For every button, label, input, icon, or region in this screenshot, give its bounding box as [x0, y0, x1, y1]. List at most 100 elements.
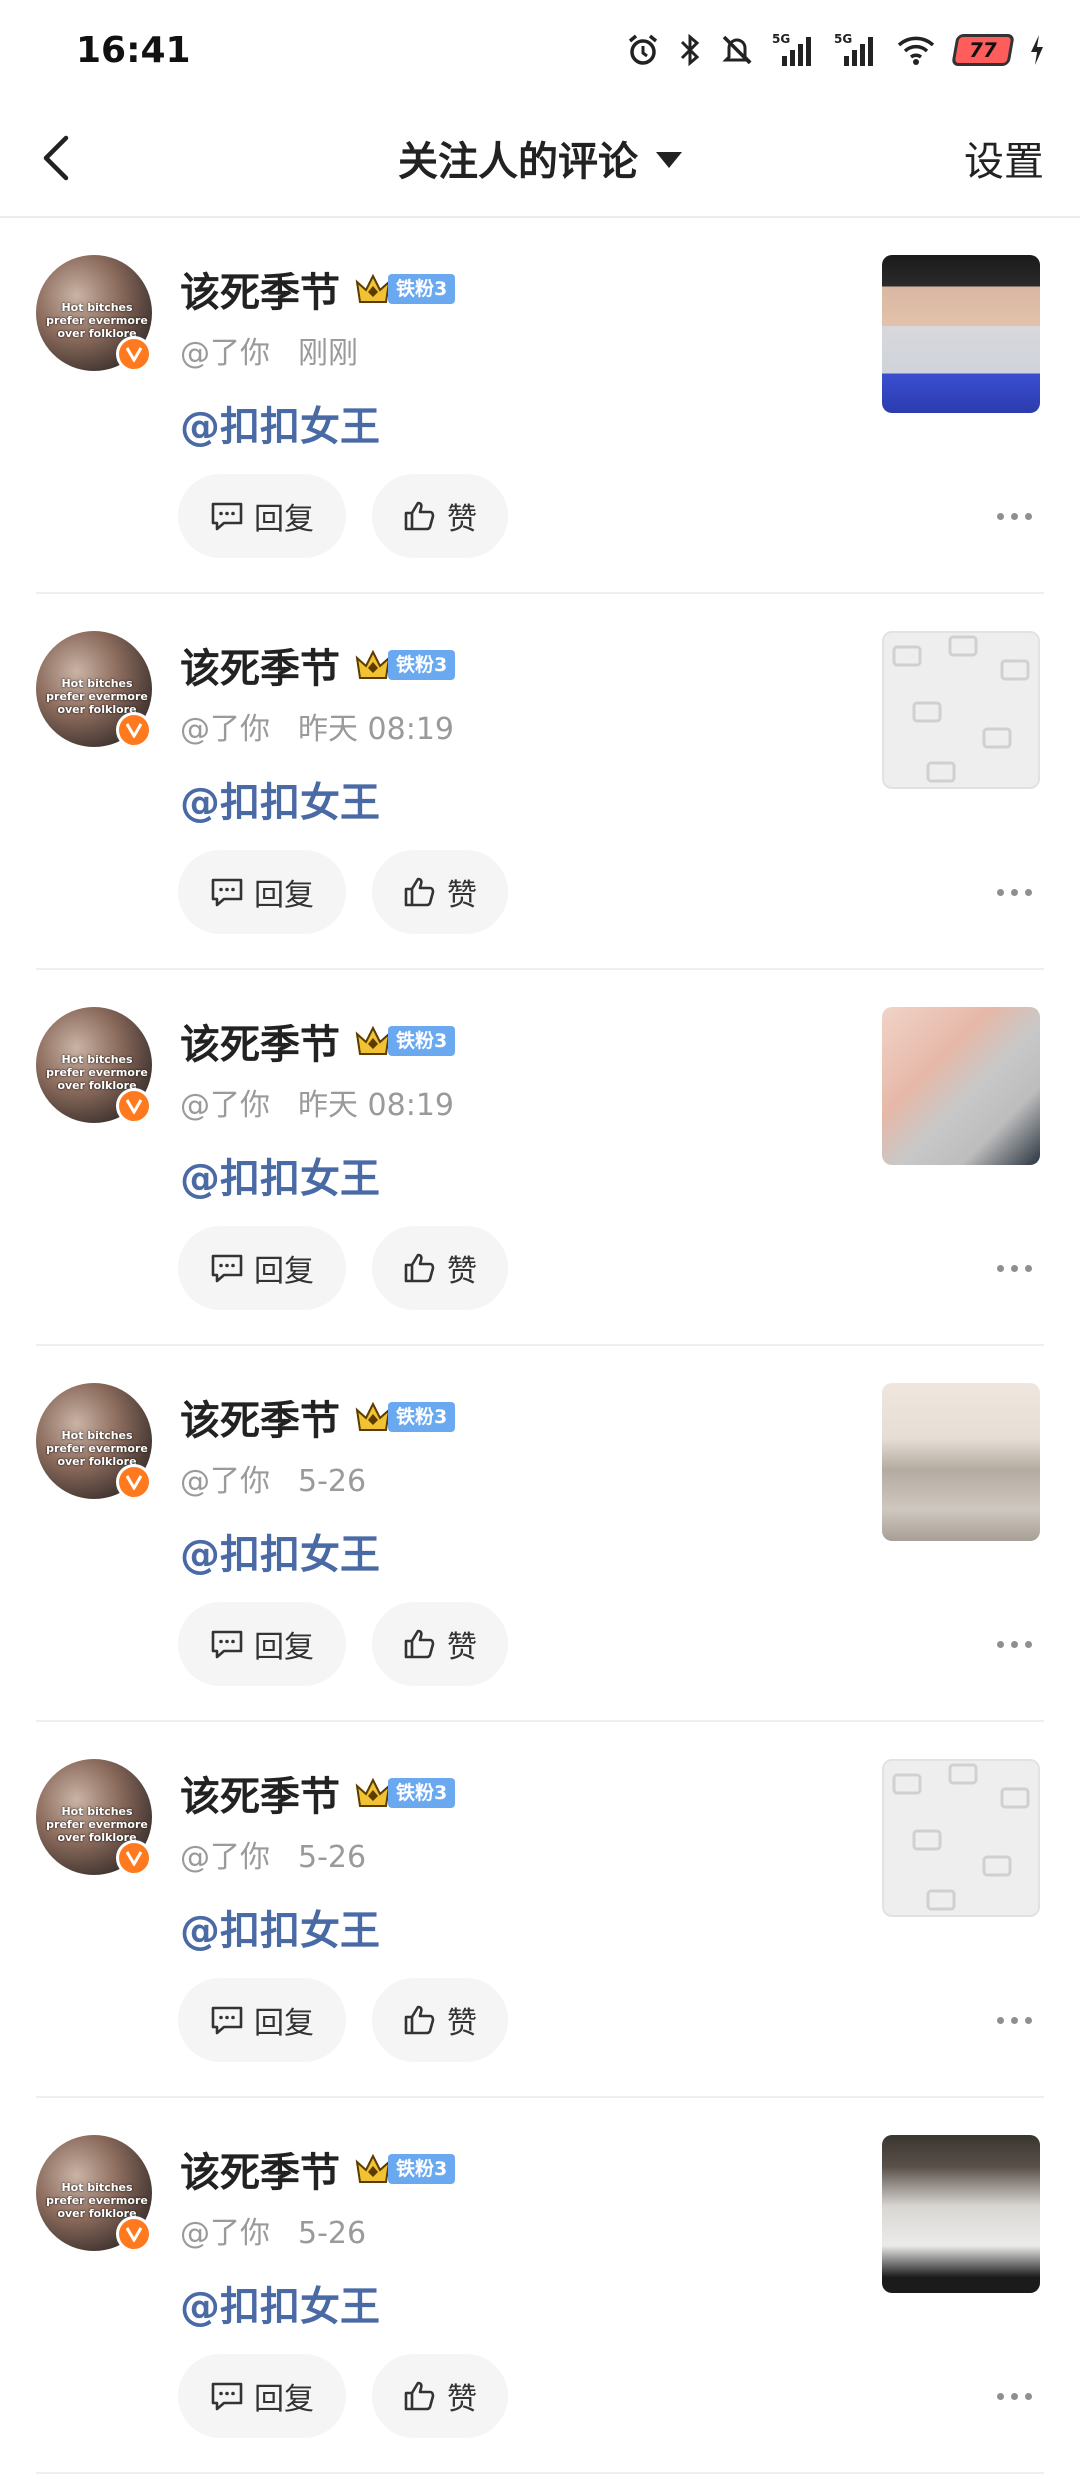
comment-meta: @了你 5-26 — [180, 2208, 366, 2252]
signal-5g-icon: 5G — [834, 32, 873, 66]
username-row[interactable]: 该死季节 铁粉3 — [180, 1764, 456, 1822]
like-button[interactable]: 赞 — [372, 850, 508, 934]
comment-item[interactable]: Hot bitches prefer evermore over folklor… — [0, 1346, 1080, 1722]
mention-link[interactable]: @扣扣女王 — [180, 770, 380, 828]
comment-item[interactable]: Hot bitches prefer evermore over folklor… — [0, 218, 1080, 594]
svg-text:5G: 5G — [772, 32, 790, 46]
action-text: @了你 — [180, 336, 270, 371]
comment-icon — [211, 1630, 243, 1659]
username-row[interactable]: 该死季节 铁粉3 — [180, 260, 456, 318]
verified-badge-icon — [116, 1840, 152, 1876]
reply-label: 回复 — [254, 502, 314, 537]
more-options-icon[interactable] — [984, 1250, 1044, 1286]
verified-badge-icon — [116, 1464, 152, 1500]
action-text: @了你 — [180, 712, 270, 747]
crown-icon — [355, 2153, 391, 2183]
svg-text:5G: 5G — [834, 32, 852, 46]
charging-icon — [1031, 35, 1043, 65]
crown-icon — [355, 1025, 391, 1055]
username-row[interactable]: 该死季节 铁粉3 — [180, 1388, 456, 1446]
comment-meta: @了你 5-26 — [180, 1832, 366, 1876]
image-placeholder-icon[interactable] — [882, 631, 1040, 789]
post-thumbnail[interactable] — [882, 255, 1040, 413]
post-thumbnail[interactable] — [882, 1007, 1040, 1165]
like-label: 赞 — [447, 878, 477, 913]
comment-icon — [211, 1254, 243, 1283]
reply-button[interactable]: 回复 — [178, 1602, 346, 1686]
crown-icon — [355, 1777, 391, 1807]
like-button[interactable]: 赞 — [372, 474, 508, 558]
reply-button[interactable]: 回复 — [178, 474, 346, 558]
action-text: @了你 — [180, 2216, 270, 2251]
mention-link[interactable]: @扣扣女王 — [180, 1146, 380, 1204]
like-button[interactable]: 赞 — [372, 1978, 508, 2062]
avatar-caption: Hot bitches prefer evermore over folklor… — [46, 2181, 148, 2220]
username: 该死季节 — [180, 2150, 340, 2196]
more-options-icon[interactable] — [984, 874, 1044, 910]
comment-item[interactable]: Hot bitches prefer evermore over folklor… — [0, 970, 1080, 1346]
mute-icon — [722, 35, 752, 65]
more-options-icon[interactable] — [984, 1626, 1044, 1662]
username-row[interactable]: 该死季节 铁粉3 — [180, 636, 456, 694]
username-row[interactable]: 该死季节 铁粉3 — [180, 2140, 456, 2198]
like-label: 赞 — [447, 2382, 477, 2417]
verified-badge-icon — [116, 2216, 152, 2252]
reply-button[interactable]: 回复 — [178, 1978, 346, 2062]
avatar-caption: Hot bitches prefer evermore over folklor… — [46, 301, 148, 340]
fan-level-badge: 铁粉3 — [388, 1778, 456, 1808]
mention-link[interactable]: @扣扣女王 — [180, 1898, 380, 1956]
post-thumbnail[interactable] — [882, 2135, 1040, 2293]
comment-list: Hot bitches prefer evermore over folklor… — [0, 218, 1080, 2474]
comment-time: 5-26 — [298, 1464, 367, 1499]
image-placeholder-icon[interactable] — [882, 1759, 1040, 1917]
mention-link[interactable]: @扣扣女王 — [180, 1522, 380, 1580]
username: 该死季节 — [180, 1774, 340, 1820]
action-text: @了你 — [180, 1840, 270, 1875]
username-row[interactable]: 该死季节 铁粉3 — [180, 1012, 456, 1070]
comment-icon — [211, 878, 243, 907]
crown-icon — [355, 649, 391, 679]
comment-icon — [211, 2006, 243, 2035]
like-label: 赞 — [447, 1630, 477, 1665]
comment-item[interactable]: Hot bitches prefer evermore over folklor… — [0, 1722, 1080, 2098]
crown-icon — [355, 273, 391, 303]
post-thumbnail[interactable] — [882, 1383, 1040, 1541]
fan-level-badge: 铁粉3 — [388, 650, 456, 680]
like-button[interactable]: 赞 — [372, 1602, 508, 1686]
status-time: 16:41 — [76, 29, 191, 71]
fan-level-badge: 铁粉3 — [388, 1026, 456, 1056]
battery-icon: 77 — [951, 34, 1015, 66]
avatar-caption: Hot bitches prefer evermore over folklor… — [46, 1429, 148, 1468]
reply-button[interactable]: 回复 — [178, 850, 346, 934]
username: 该死季节 — [180, 1398, 340, 1444]
reply-label: 回复 — [254, 878, 314, 913]
reply-button[interactable]: 回复 — [178, 1226, 346, 1310]
reply-button[interactable]: 回复 — [178, 2354, 346, 2438]
fan-level-badge: 铁粉3 — [388, 1402, 456, 1432]
nav-bar: 关注人的评论 设置 — [0, 100, 1080, 218]
like-button[interactable]: 赞 — [372, 2354, 508, 2438]
verified-badge-icon — [116, 1088, 152, 1124]
settings-button[interactable]: 设置 — [964, 100, 1044, 216]
more-options-icon[interactable] — [984, 2378, 1044, 2414]
wifi-icon — [897, 36, 935, 65]
mention-link[interactable]: @扣扣女王 — [180, 394, 380, 452]
fan-level-badge: 铁粉3 — [388, 2154, 456, 2184]
comment-item[interactable]: Hot bitches prefer evermore over folklor… — [0, 594, 1080, 970]
status-bar: 16:41 5G 5G 77 — [0, 0, 1080, 100]
mention-link[interactable]: @扣扣女王 — [180, 2274, 380, 2332]
username: 该死季节 — [180, 270, 340, 316]
avatar-caption: Hot bitches prefer evermore over folklor… — [46, 677, 148, 716]
like-button[interactable]: 赞 — [372, 1226, 508, 1310]
action-text: @了你 — [180, 1464, 270, 1499]
title-dropdown[interactable]: 关注人的评论 — [0, 100, 1080, 216]
crown-icon — [355, 1401, 391, 1431]
thumbs-up-icon — [404, 877, 435, 907]
comment-item[interactable]: Hot bitches prefer evermore over folklor… — [0, 2098, 1080, 2474]
avatar-caption: Hot bitches prefer evermore over folklor… — [46, 1053, 148, 1092]
more-options-icon[interactable] — [984, 2002, 1044, 2038]
verified-badge-icon — [116, 336, 152, 372]
comment-time: 刚刚 — [298, 336, 358, 371]
more-options-icon[interactable] — [984, 498, 1044, 534]
username: 该死季节 — [180, 1022, 340, 1068]
